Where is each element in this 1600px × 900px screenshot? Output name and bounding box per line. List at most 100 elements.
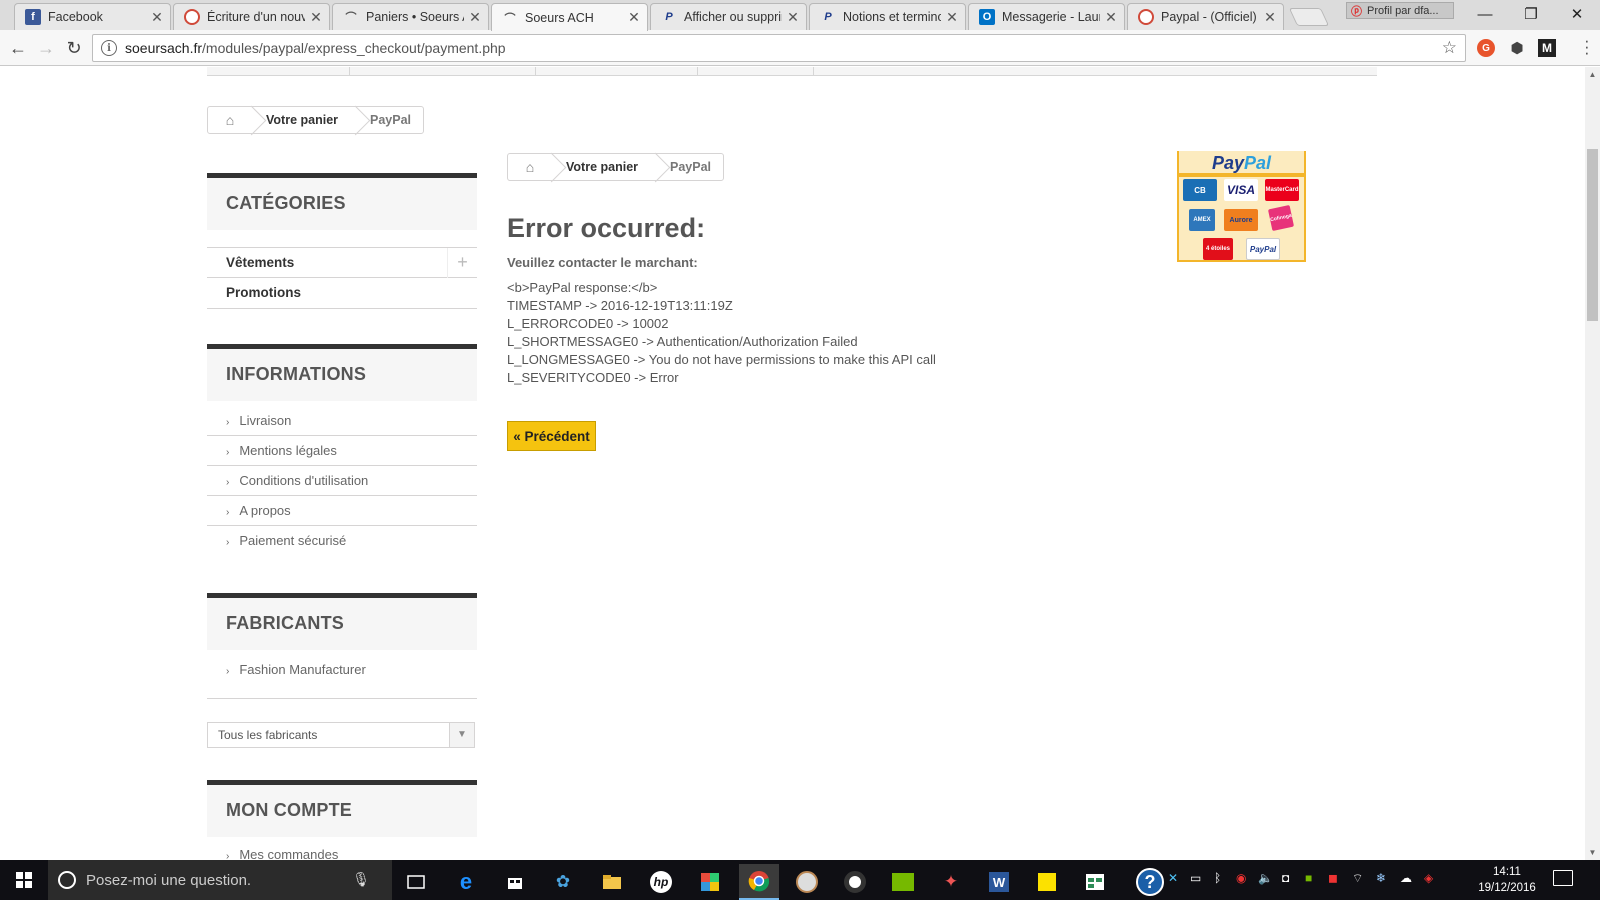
tab-paniers[interactable]: ⌒ Paniers • Soeurs AC ✕ [332,3,489,30]
tab-ecriture[interactable]: Écriture d'un nouv ✕ [173,3,330,30]
menu-kebab-icon[interactable]: · · · [1584,32,1590,61]
scrollbar-thumb[interactable] [1587,149,1598,321]
new-tab-button[interactable] [1288,8,1330,26]
manufacturer-item[interactable]: › Fashion Manufacturer [207,655,477,699]
info-item-livraison[interactable]: › Livraison [207,406,477,436]
help-icon[interactable]: ? [1130,864,1170,900]
close-icon[interactable]: ✕ [1263,9,1277,26]
scroll-down-arrow-icon[interactable]: ▼ [1585,845,1600,860]
info-item-paiement[interactable]: › Paiement sécurisé [207,526,477,556]
back-arrow-icon[interactable]: ← [6,36,30,60]
tab-facebook[interactable]: f Facebook ✕ [14,3,171,30]
info-label: A propos [239,503,291,518]
url-host: soeursach.fr [125,40,203,56]
nvidia-tray-icon[interactable]: ■ [1305,871,1312,885]
hp-icon[interactable]: hp [641,864,681,900]
media-player-icon[interactable] [835,864,875,900]
info-label: Mentions légales [239,443,337,458]
tab-soeurs-ach[interactable]: ⌒ Soeurs ACH ✕ [491,3,648,31]
close-icon[interactable]: ✕ [309,9,323,26]
info-label: Conditions d'utilisation [239,473,369,488]
m-extension-icon[interactable]: M [1538,39,1556,57]
cortana-icon [58,871,76,889]
onedrive-icon[interactable]: ☁ [1400,871,1412,885]
manufacturers-title: FABRICANTS [207,593,477,650]
response-line: L_SEVERITYCODE0 -> Error [507,370,679,385]
info-icon[interactable]: i [101,40,117,56]
shrimp-app-icon[interactable]: ✦ [931,864,971,900]
tab-notions[interactable]: P Notions et termino ✕ [809,3,966,30]
tray-app-icon[interactable]: ◘ [1282,871,1289,885]
word-icon[interactable]: W [979,864,1019,900]
breadcrumb-main: ⌂ Votre panier PayPal [507,153,725,181]
scroll-up-arrow-icon[interactable]: ▲ [1585,67,1600,82]
prestashop-icon: ⌒ [504,12,516,25]
close-icon[interactable]: ✕ [627,9,641,26]
grammarly-icon[interactable]: G [1477,39,1495,57]
antivirus-icon[interactable]: ◈ [1424,871,1433,885]
nvidia-icon[interactable] [883,864,923,900]
info-label: Paiement sécurisé [239,533,347,548]
category-label: Vêtements [226,255,295,270]
photos-icon[interactable]: ✿ [543,864,583,900]
store-icon[interactable] [495,864,535,900]
pinwheel-app-icon[interactable] [690,864,730,900]
account-item[interactable]: › Mes commandes [207,840,477,860]
close-icon[interactable]: ✕ [786,9,800,26]
forward-arrow-icon[interactable]: → [34,36,58,60]
restore-button[interactable]: ❐ [1508,0,1554,28]
chrome-icon[interactable] [739,864,779,900]
tab-paypal-officiel[interactable]: Paypal - (Officiel) ✕ [1127,3,1284,30]
address-bar[interactable]: i soeursach.fr/modules/paypal/express_ch… [92,34,1466,62]
wifi-icon[interactable]: ⌔ [1352,871,1363,886]
minimize-button[interactable]: — [1462,0,1508,28]
extension-puzzle-icon[interactable]: ⬢ [1508,39,1526,57]
close-icon[interactable]: ✕ [1104,9,1118,26]
category-item-vetements[interactable]: Vêtements + [207,247,477,278]
page-scrollbar[interactable]: ▲ ▼ [1585,67,1600,860]
close-icon[interactable]: ✕ [468,9,482,26]
chevron-right-icon: › [226,666,230,677]
info-item-a-propos[interactable]: › A propos [207,496,477,526]
close-icon[interactable]: ✕ [150,9,164,26]
action-center-icon[interactable] [1553,870,1573,886]
volume-icon[interactable]: 🔈 [1258,871,1273,885]
cortana-search-box[interactable]: Posez-moi une question. 🎙 [48,860,392,900]
file-explorer-icon[interactable] [592,864,632,900]
bookmark-star-icon[interactable]: ☆ [1442,38,1457,58]
microphone-icon[interactable]: 🎙 [352,871,370,888]
info-item-conditions[interactable]: › Conditions d'utilisation [207,466,477,496]
profile-icon: ⓟ [1351,5,1362,18]
taskbar-clock[interactable]: 14:11 19/12/2016 [1476,864,1538,896]
adobe-tray-icon[interactable]: ◼ [1328,871,1338,885]
profile-button[interactable]: ⓟ Profil par dfa... [1346,2,1454,19]
tab-afficher[interactable]: P Afficher ou supprim ✕ [650,3,807,30]
manufacturers-select[interactable]: Tous les fabricants ▼ [207,722,475,748]
globe-app-icon[interactable] [787,864,827,900]
chevron-right-icon: › [226,447,230,458]
sticky-notes-icon[interactable] [1027,864,1067,900]
bluetooth-icon[interactable]: ᛒ [1214,871,1221,885]
reload-icon[interactable]: ↻ [62,36,86,60]
close-icon[interactable]: ✕ [945,9,959,26]
tab-label: Facebook [48,10,103,24]
snowflake-icon[interactable]: ❄ [1376,871,1386,885]
windows-start-button[interactable] [0,860,48,900]
expand-plus-icon[interactable]: + [447,248,477,278]
previous-button[interactable]: « Précédent [507,421,596,451]
edge-browser-icon[interactable]: e [446,864,486,900]
category-item-promotions[interactable]: Promotions [207,278,477,309]
manufacturer-label: Fashion Manufacturer [239,662,366,677]
clock-time: 14:11 [1493,866,1521,878]
spreadsheet-app-icon[interactable] [1075,864,1115,900]
prestashop-icon: ⌒ [345,12,357,24]
tray-x-icon[interactable]: ✕ [1168,871,1178,885]
chevron-down-icon[interactable]: ▼ [449,723,474,747]
battery-icon[interactable]: ▭ [1190,871,1201,885]
info-item-mentions[interactable]: › Mentions légales [207,436,477,466]
task-view-icon[interactable] [396,864,436,900]
tab-messagerie[interactable]: O Messagerie - Laura ✕ [968,3,1125,30]
close-window-button[interactable]: ✕ [1554,0,1600,28]
beats-icon[interactable]: ◉ [1236,871,1246,885]
cofinoga-card-icon: Cofinoga [1267,204,1295,232]
